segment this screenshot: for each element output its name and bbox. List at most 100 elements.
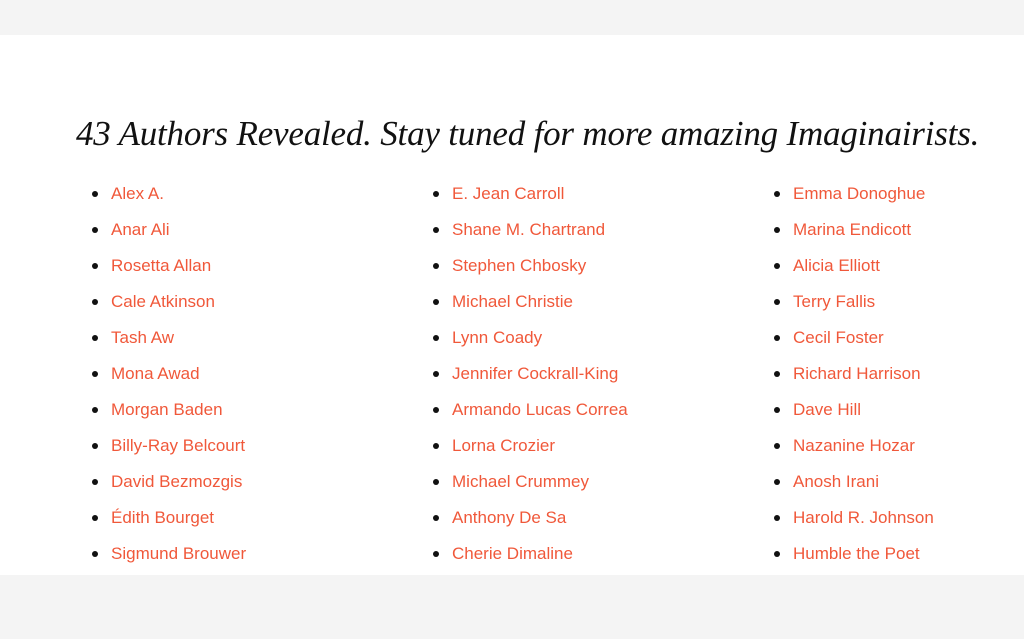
author-list-item: Alex A. xyxy=(90,176,246,212)
author-list-item: Tash Aw xyxy=(90,320,246,356)
bullet-icon xyxy=(774,551,780,557)
author-link[interactable]: Tash Aw xyxy=(111,328,174,347)
bullet-icon xyxy=(774,407,780,413)
bullet-icon xyxy=(774,479,780,485)
bullet-icon xyxy=(92,515,98,521)
bullet-icon xyxy=(774,335,780,341)
bullet-icon xyxy=(433,299,439,305)
bullet-icon xyxy=(92,479,98,485)
author-list-item: Sigmund Brouwer xyxy=(90,536,246,572)
bullet-icon xyxy=(774,263,780,269)
author-link[interactable]: Harold R. Johnson xyxy=(793,508,934,527)
bullet-icon xyxy=(774,299,780,305)
author-list-item: Cherie Dimaline xyxy=(431,536,628,572)
author-link[interactable]: Sigmund Brouwer xyxy=(111,544,246,563)
author-link[interactable]: Emma Donoghue xyxy=(793,184,925,203)
bullet-icon xyxy=(774,191,780,197)
author-list-item: Jennifer Cockrall-King xyxy=(431,356,628,392)
author-link[interactable]: Lynn Coady xyxy=(452,328,542,347)
bullet-icon xyxy=(774,443,780,449)
author-link[interactable]: Lorna Crozier xyxy=(452,436,555,455)
author-link[interactable]: Alex A. xyxy=(111,184,164,203)
bullet-icon xyxy=(433,263,439,269)
author-link[interactable]: Armando Lucas Correa xyxy=(452,400,628,419)
author-link[interactable]: Michael Christie xyxy=(452,292,573,311)
bullet-icon xyxy=(433,515,439,521)
author-list-item: Marina Endicott xyxy=(772,212,934,248)
author-link[interactable]: Stephen Chbosky xyxy=(452,256,586,275)
author-list-column-1: Alex A. Anar Ali Rosetta Allan Cale Atki… xyxy=(90,176,246,572)
author-link[interactable]: Anosh Irani xyxy=(793,472,879,491)
author-list-item: Michael Crummey xyxy=(431,464,628,500)
bullet-icon xyxy=(433,371,439,377)
author-link[interactable]: Alicia Elliott xyxy=(793,256,880,275)
author-link[interactable]: Richard Harrison xyxy=(793,364,921,383)
bullet-icon xyxy=(774,371,780,377)
author-list-item: Michael Christie xyxy=(431,284,628,320)
author-link[interactable]: David Bezmozgis xyxy=(111,472,242,491)
author-list-item: Lynn Coady xyxy=(431,320,628,356)
bullet-icon xyxy=(433,335,439,341)
author-link[interactable]: Rosetta Allan xyxy=(111,256,211,275)
author-link[interactable]: Terry Fallis xyxy=(793,292,875,311)
bullet-icon xyxy=(433,227,439,233)
author-list-item: Mona Awad xyxy=(90,356,246,392)
author-list-item: Anosh Irani xyxy=(772,464,934,500)
bullet-icon xyxy=(92,335,98,341)
author-list-item: E. Jean Carroll xyxy=(431,176,628,212)
author-list-item: Shane M. Chartrand xyxy=(431,212,628,248)
author-list-item: Lorna Crozier xyxy=(431,428,628,464)
author-list-item: Nazanine Hozar xyxy=(772,428,934,464)
author-link[interactable]: Dave Hill xyxy=(793,400,861,419)
bullet-icon xyxy=(92,407,98,413)
author-list-column-2: E. Jean Carroll Shane M. Chartrand Steph… xyxy=(431,176,628,572)
author-link[interactable]: Anthony De Sa xyxy=(452,508,566,527)
bullet-icon xyxy=(433,479,439,485)
author-list-item: David Bezmozgis xyxy=(90,464,246,500)
author-list-item: Dave Hill xyxy=(772,392,934,428)
bullet-icon xyxy=(774,227,780,233)
author-list-item: Emma Donoghue xyxy=(772,176,934,212)
author-list-item: Terry Fallis xyxy=(772,284,934,320)
bullet-icon xyxy=(92,227,98,233)
author-list-item: Anar Ali xyxy=(90,212,246,248)
author-link[interactable]: Jennifer Cockrall-King xyxy=(452,364,618,383)
bullet-icon xyxy=(433,443,439,449)
author-link[interactable]: Marina Endicott xyxy=(793,220,911,239)
bullet-icon xyxy=(92,263,98,269)
author-list-column-3: Emma Donoghue Marina Endicott Alicia Ell… xyxy=(772,176,934,572)
author-link[interactable]: Morgan Baden xyxy=(111,400,223,419)
author-link[interactable]: Cherie Dimaline xyxy=(452,544,573,563)
author-link[interactable]: Billy-Ray Belcourt xyxy=(111,436,245,455)
author-list-item: Cale Atkinson xyxy=(90,284,246,320)
author-link[interactable]: Cale Atkinson xyxy=(111,292,215,311)
bullet-icon xyxy=(92,191,98,197)
author-list-item: Morgan Baden xyxy=(90,392,246,428)
author-link[interactable]: E. Jean Carroll xyxy=(452,184,564,203)
bullet-icon xyxy=(92,371,98,377)
authors-panel: 43 Authors Revealed. Stay tuned for more… xyxy=(0,35,1024,575)
author-link[interactable]: Humble the Poet xyxy=(793,544,920,563)
bullet-icon xyxy=(92,551,98,557)
author-list-item: Harold R. Johnson xyxy=(772,500,934,536)
bullet-icon xyxy=(774,515,780,521)
bullet-icon xyxy=(433,551,439,557)
bullet-icon xyxy=(92,299,98,305)
author-list-item: Humble the Poet xyxy=(772,536,934,572)
author-list-item: Cecil Foster xyxy=(772,320,934,356)
author-list-item: Armando Lucas Correa xyxy=(431,392,628,428)
author-list-item: Édith Bourget xyxy=(90,500,246,536)
bullet-icon xyxy=(92,443,98,449)
author-list-item: Anthony De Sa xyxy=(431,500,628,536)
author-list-item: Alicia Elliott xyxy=(772,248,934,284)
author-list-item: Billy-Ray Belcourt xyxy=(90,428,246,464)
author-link[interactable]: Mona Awad xyxy=(111,364,200,383)
author-link[interactable]: Cecil Foster xyxy=(793,328,884,347)
author-link[interactable]: Shane M. Chartrand xyxy=(452,220,605,239)
page-heading: 43 Authors Revealed. Stay tuned for more… xyxy=(76,114,980,153)
author-link[interactable]: Édith Bourget xyxy=(111,508,214,527)
bullet-icon xyxy=(433,191,439,197)
author-link[interactable]: Nazanine Hozar xyxy=(793,436,915,455)
author-link[interactable]: Anar Ali xyxy=(111,220,170,239)
author-link[interactable]: Michael Crummey xyxy=(452,472,589,491)
